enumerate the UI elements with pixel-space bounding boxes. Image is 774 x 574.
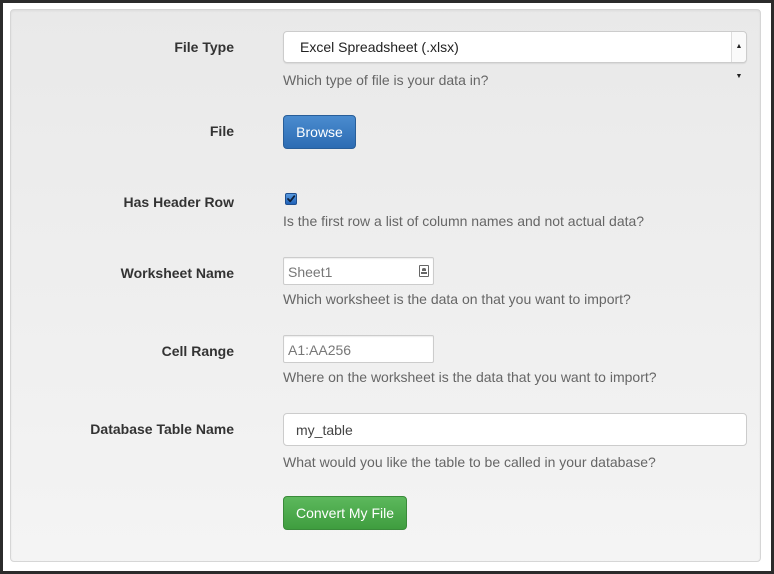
header-row-help: Is the first row a list of column names … (283, 213, 645, 229)
file-type-help: Which type of file is your data in? (283, 72, 489, 88)
worksheet-name-label: Worksheet Name (120, 265, 234, 281)
header-row-label: Has Header Row (123, 194, 234, 210)
convert-file-button[interactable]: Convert My File (283, 496, 407, 530)
file-label: File (209, 123, 234, 139)
file-type-label: File Type (174, 39, 234, 55)
up-down-arrows-icon: ▲ ▼ (731, 32, 746, 80)
file-type-selected: Excel Spreadsheet (.xlsx) (300, 39, 459, 55)
worksheet-name-help: Which worksheet is the data on that you … (283, 291, 631, 307)
cell-range-input[interactable]: A1:AA256 (283, 335, 434, 363)
checkmark-icon (287, 195, 296, 203)
table-name-help: What would you like the table to be call… (283, 454, 656, 470)
contact-card-icon[interactable] (419, 265, 429, 277)
import-form: File Type Excel Spreadsheet (.xlsx) ▲ ▼ W… (10, 9, 761, 562)
window-frame: File Type Excel Spreadsheet (.xlsx) ▲ ▼ W… (3, 3, 771, 571)
cell-range-placeholder: A1:AA256 (288, 342, 352, 358)
table-name-input[interactable]: my_table (283, 413, 747, 446)
header-row-checkbox[interactable] (285, 193, 297, 205)
browse-button[interactable]: Browse (283, 115, 356, 149)
cell-range-help: Where on the worksheet is the data that … (283, 369, 657, 385)
worksheet-name-input[interactable]: Sheet1 (283, 257, 434, 285)
cell-range-label: Cell Range (161, 343, 234, 359)
worksheet-name-placeholder: Sheet1 (288, 264, 333, 280)
table-name-label: Database Table Name (90, 421, 234, 437)
table-name-value: my_table (296, 422, 353, 438)
file-type-select[interactable]: Excel Spreadsheet (.xlsx) ▲ ▼ (283, 31, 747, 80)
